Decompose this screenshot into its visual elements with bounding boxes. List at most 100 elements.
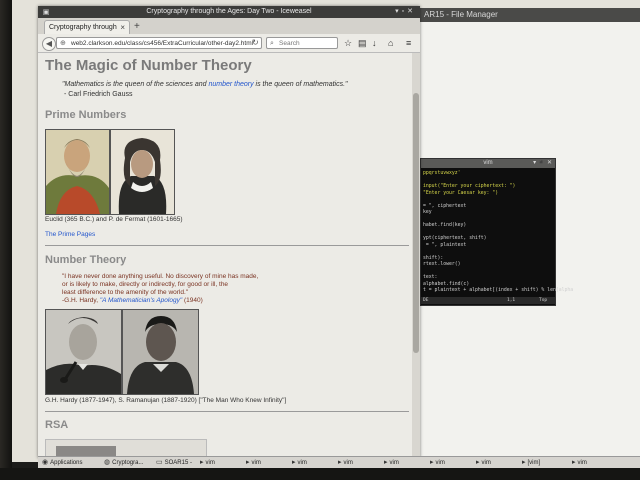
tab-bar: Cryptography through th... × + (38, 18, 420, 44)
vim-status-position: 1,1 (507, 298, 516, 303)
prime-caption: Euclid (365 B.C.) and P. de Fermat (1601… (45, 216, 183, 223)
vim-status-mode: DE (423, 298, 429, 303)
vertical-scrollbar[interactable] (412, 53, 420, 458)
taskbar-item-browser[interactable]: ◍ Cryptogra... (104, 457, 143, 468)
iceweasel-icon: ◍ (104, 459, 111, 466)
taskbar-label: vim (343, 460, 353, 466)
terminal-icon: ▸ (476, 459, 480, 466)
terminal-icon: ▸ (292, 459, 296, 466)
taskbar-label: vim (251, 460, 261, 466)
vim-window-controls[interactable]: ▾ ◾ ✕ (533, 159, 552, 168)
tab-cryptography[interactable]: Cryptography through th... × (44, 20, 130, 44)
taskbar-item-vim[interactable]: ▸ vim (476, 457, 491, 468)
prime-numbers-heading: Prime Numbers (45, 109, 127, 121)
vim-status-scroll: Top (539, 298, 548, 303)
vim-line: habet.find(key) (423, 223, 467, 228)
search-icon: ⌕ (270, 40, 274, 47)
section-divider (45, 245, 409, 246)
gauss-quote: "Mathematics is the queen of the science… (62, 81, 392, 88)
navigation-toolbar: ◀ ⊕ web2.clarkson.edu/class/cs456/ExtraC… (38, 34, 420, 53)
site-info-icon[interactable]: ⊕ (60, 38, 66, 48)
number-theory-link[interactable]: number theory (208, 81, 253, 88)
taskbar-item-vim-active[interactable]: ▸ [vim] (522, 457, 540, 468)
gauss-quote-text-2: is the queen of mathematics." (253, 81, 348, 88)
rsa-heading: RSA (45, 419, 69, 431)
terminal-icon: ▸ (338, 459, 342, 466)
reading-list-icon[interactable]: ▤ (358, 38, 367, 49)
terminal-icon: ▸ (384, 459, 388, 466)
search-input[interactable]: ⌕ Search (266, 37, 338, 49)
page-content[interactable]: The Magic of Number Theory "Mathematics … (38, 53, 412, 458)
applications-icon: ◉ (42, 459, 49, 466)
taskbar-label: vim (481, 460, 491, 466)
vim-line: ppqrstuvwxyz' (423, 171, 461, 176)
url-bar[interactable]: ⊕ web2.clarkson.edu/class/cs456/ExtraCur… (56, 37, 262, 49)
fermat-portrait (110, 129, 175, 215)
apology-link[interactable]: "A Mathematician's Apology" (100, 297, 182, 304)
downloads-icon[interactable]: ↓ (372, 38, 377, 48)
browser-titlebar[interactable]: ▣ Cryptography through the Ages: Day Two… (38, 6, 420, 18)
taskbar-item-applications[interactable]: ◉ Applications (42, 457, 82, 468)
new-tab-icon[interactable]: + (134, 21, 140, 32)
gauss-quote-text-1: "Mathematics is the queen of the science… (62, 81, 209, 88)
vim-window[interactable]: vim ▾ ◾ ✕ ppqrstuvwxyz' input("Enter your… (420, 158, 573, 306)
hardy-attribution-year: (1940) (182, 297, 203, 304)
page-title: The Magic of Number Theory (45, 57, 252, 74)
taskbar-label: vim (389, 460, 399, 466)
scrollbar-thumb[interactable] (413, 93, 419, 353)
taskbar-item-vim[interactable]: ▸ vim (338, 457, 353, 468)
vim-title: vim (483, 160, 493, 166)
ramanujan-portrait (122, 309, 199, 395)
taskbar-label: vim (205, 460, 215, 466)
monitor-bezel-left (0, 0, 12, 480)
taskbar-label: Applications (50, 460, 83, 466)
hardy-portrait (45, 309, 122, 395)
terminal-icon: ▸ (522, 459, 526, 466)
tab-close-icon[interactable]: × (120, 21, 125, 34)
bookmark-star-icon[interactable]: ☆ (344, 38, 352, 49)
window-controls[interactable]: ▾▫✕ (395, 6, 416, 18)
taskbar-item-vim[interactable]: ▸ vim (246, 457, 261, 468)
taskbar-item-vim[interactable]: ▸ vim (430, 457, 445, 468)
reload-icon[interactable]: ↻ (252, 38, 259, 47)
vim-line: alphabet.find(c) (423, 281, 470, 287)
file-manager-titlebar[interactable]: AR15 - File Manager (418, 8, 640, 22)
hardy-quote-line-3: least difference to the amenity of the w… (62, 289, 189, 296)
taskbar-label: [vim] (527, 460, 541, 466)
file-manager-title: AR15 - File Manager (424, 10, 498, 19)
hardy-quote-line-2: or is likely to make, directly or indire… (62, 281, 229, 288)
taskbar-item-file-manager[interactable]: ▭ SOAR15 - (156, 457, 192, 468)
home-icon[interactable]: ⌂ (388, 38, 393, 48)
vim-statusline: DE 1,1 Top (421, 297, 555, 304)
browser-window: ▣ Cryptography through the Ages: Day Two… (38, 6, 420, 458)
taskbar-item-vim[interactable]: ▸ vim (292, 457, 307, 468)
hardy-quote-line-1: "I have never done anything useful. No d… (62, 273, 259, 280)
back-button[interactable]: ◀ (42, 37, 56, 51)
vim-line: t = plaintext + alphabet[(index + shift)… (423, 288, 574, 293)
vim-titlebar[interactable]: vim ▾ ◾ ✕ (421, 159, 555, 168)
menu-icon[interactable]: ≡ (406, 38, 411, 48)
close-icon[interactable]: ✕ (407, 8, 416, 15)
gauss-attribution: - Carl Friedrich Gauss (64, 91, 133, 98)
taskbar-label: vim (297, 460, 307, 466)
window-menu-icon[interactable]: ▣ (42, 7, 50, 16)
euclid-portrait (45, 129, 110, 215)
taskbar-item-vim[interactable]: ▸ vim (384, 457, 399, 468)
vim-line: rtext.lower() (423, 262, 461, 267)
taskbar-item-vim[interactable]: ▸ vim (572, 457, 587, 468)
search-placeholder: Search (279, 40, 300, 47)
browser-window-title: Cryptography through the Ages: Day Two -… (146, 8, 312, 15)
number-theory-caption: G.H. Hardy (1877-1947), S. Ramanujan (18… (45, 397, 287, 404)
vim-line: key (423, 210, 432, 215)
vim-line: = ", plaintext (423, 242, 467, 248)
vim-line: ypt(ciphertext, shift) (423, 236, 487, 241)
taskbar-item-vim[interactable]: ▸ vim (200, 457, 215, 468)
vim-line: "Enter your Caesar key: ") (423, 190, 499, 196)
prime-pages-link[interactable]: The Prime Pages (45, 231, 95, 238)
number-theory-heading: Number Theory (45, 254, 127, 266)
vim-line: = ", ciphertext (423, 203, 467, 209)
url-text: web2.clarkson.edu/class/cs456/ExtraCurri… (71, 40, 254, 47)
terminal-icon: ▸ (200, 459, 204, 466)
vim-line: input("Enter your ciphertext: ") (423, 184, 516, 189)
hardy-attribution: -G.H. Hardy, "A Mathematician's Apology"… (62, 297, 362, 304)
